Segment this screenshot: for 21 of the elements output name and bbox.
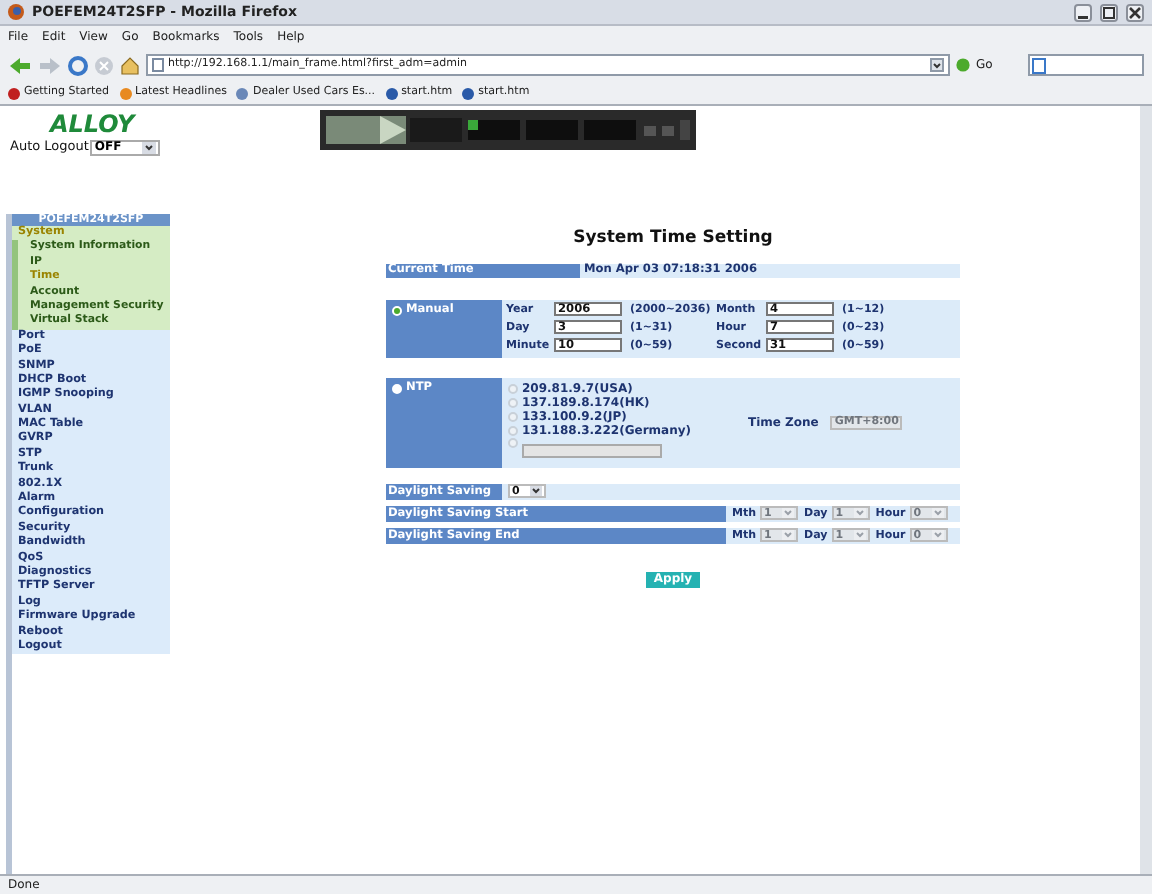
caret-icon[interactable]	[530, 486, 542, 497]
caret-icon[interactable]	[930, 58, 944, 72]
maximize-icon[interactable]	[1100, 3, 1118, 21]
bookmark-icon[interactable]	[385, 87, 398, 99]
server-input-field[interactable]	[522, 443, 662, 458]
back-icon[interactable]	[8, 55, 32, 75]
firefox-icon[interactable]	[8, 4, 24, 20]
search-engine-icon[interactable]	[1032, 57, 1046, 73]
page-heading: System Time Setting	[573, 226, 773, 252]
bookmark-icon[interactable]	[236, 87, 249, 99]
caret-icon[interactable]	[142, 141, 157, 154]
go-icon[interactable]	[956, 58, 970, 72]
bookmark-icon[interactable]	[8, 87, 20, 99]
logo: ALLOY	[50, 112, 135, 136]
minimize-icon[interactable]	[1074, 3, 1092, 21]
home-icon[interactable]	[120, 55, 140, 75]
search-field[interactable]	[1028, 54, 1144, 76]
reload-icon[interactable]	[68, 55, 88, 75]
page-icon[interactable]	[152, 58, 164, 72]
close-icon[interactable]	[1126, 3, 1144, 21]
bookmark-icon[interactable]	[462, 87, 475, 99]
